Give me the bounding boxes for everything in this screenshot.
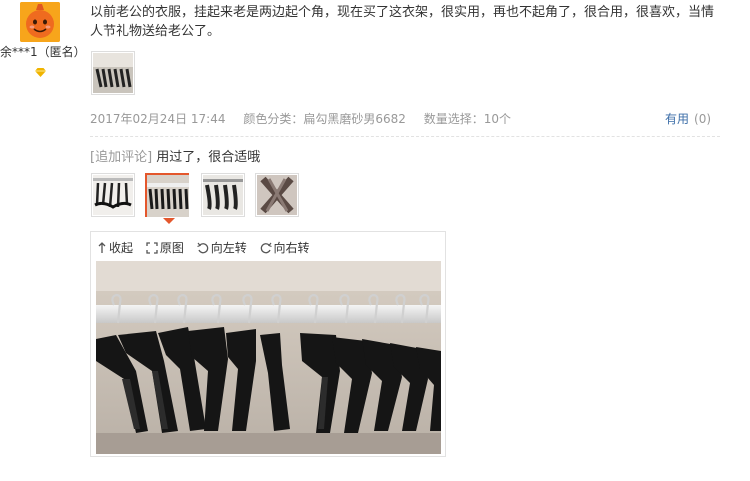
collapse-label: 收起 <box>109 241 134 255</box>
rotate-left-label: 向左转 <box>210 241 247 255</box>
collapse-button[interactable]: 收起 <box>97 239 133 256</box>
original-image-label: 原图 <box>159 241 184 255</box>
followup-photo-thumb-3[interactable] <box>201 173 245 217</box>
quantity-value: 10个 <box>483 112 511 126</box>
followup-photo-thumb-2-selected[interactable] <box>145 173 189 217</box>
username: 余***1（匿名） <box>0 45 86 59</box>
original-image-button[interactable]: 原图 <box>146 239 184 256</box>
color-value: 扁勾黑磨砂男6682 <box>303 112 406 126</box>
rotate-right-icon <box>260 242 272 253</box>
helpful-vote[interactable]: 有用 (0) <box>665 110 711 127</box>
arrow-up-icon <box>98 241 106 253</box>
rotate-right-label: 向右转 <box>273 241 310 255</box>
quantity-label: 数量选择： <box>423 112 484 126</box>
photo-thumbnail <box>147 175 189 217</box>
followup-tag: [追加评论] <box>90 150 153 165</box>
photo-thumbnail <box>93 175 133 215</box>
helpful-button[interactable]: 有用 <box>665 112 689 126</box>
rotate-right-button[interactable]: 向右转 <box>260 239 310 256</box>
viewer-toolbar: 收起 原图 向左转 向右转 <box>97 239 319 257</box>
enlarged-review-photo[interactable] <box>96 261 441 454</box>
photo-thumbnail <box>257 175 297 215</box>
review-meta: 2017年02月24日 17:44 颜色分类：扁勾黑磨砂男6682 数量选择：1… <box>90 110 525 127</box>
photo-thumbnail <box>203 175 243 215</box>
followup-review: [追加评论] 用过了，很合适哦 <box>90 146 260 165</box>
user-avatar[interactable] <box>20 2 60 42</box>
color-label: 颜色分类： <box>243 112 304 126</box>
divider <box>90 136 720 137</box>
review-photo-thumb[interactable] <box>91 51 135 95</box>
review-date: 2017年02月24日 17:44 <box>90 112 226 126</box>
carrot-mascot-avatar-icon <box>20 2 60 42</box>
expand-icon <box>146 241 158 254</box>
diamond-icon <box>35 66 46 77</box>
review-text: 以前老公的衣服，挂起来老是两边起个角，现在买了这衣架，很实用，再也不起角了，很合… <box>90 5 715 39</box>
followup-text: 用过了，很合适哦 <box>156 150 261 165</box>
selected-caret <box>163 218 175 224</box>
followup-photo-thumb-1[interactable] <box>91 173 135 217</box>
hangers-photo <box>96 261 441 454</box>
rotate-left-icon <box>196 242 208 253</box>
photo-thumbnail <box>93 53 133 93</box>
rotate-left-button[interactable]: 向左转 <box>196 239 247 256</box>
followup-photo-thumb-4[interactable] <box>255 173 299 217</box>
helpful-count: (0) <box>694 112 712 126</box>
